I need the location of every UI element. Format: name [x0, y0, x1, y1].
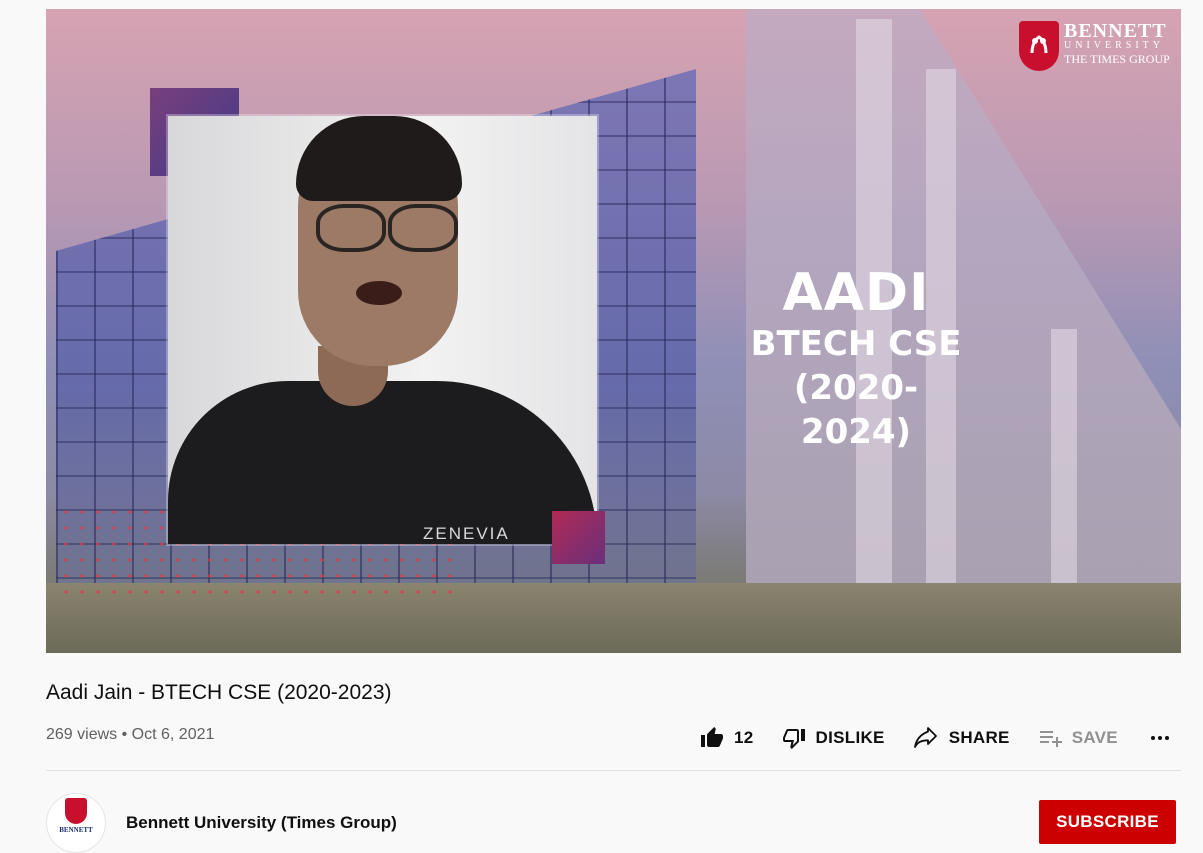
subscribe-button[interactable]: SUBSCRIBE: [1039, 800, 1176, 844]
upload-date: Oct 6, 2021: [131, 726, 215, 743]
more-horizontal-icon: [1148, 726, 1172, 750]
dislike-label: DISLIKE: [815, 728, 885, 747]
shield-icon: [65, 798, 87, 824]
speaker-video-frame: ZENEVIA: [168, 116, 597, 544]
action-bar: 12 DISLIKE SHARE SAVE: [700, 724, 1172, 752]
video-player[interactable]: ZENEVIA AADI BTECH CSE (2020-2024) BENNE…: [46, 9, 1181, 653]
dislike-button[interactable]: DISLIKE: [782, 726, 885, 750]
university-logo: BENNETT UNIVERSITY THE TIMES GROUP: [1019, 21, 1170, 71]
share-icon: [913, 726, 939, 750]
more-options-button[interactable]: [1148, 726, 1172, 750]
view-count: 269 views: [46, 726, 118, 743]
building-pillar: [1051, 329, 1077, 609]
channel-avatar[interactable]: BENNETT: [46, 793, 106, 853]
overlay-program: BTECH CSE: [750, 324, 962, 364]
share-button[interactable]: SHARE: [913, 726, 1010, 750]
share-label: SHARE: [948, 728, 1010, 747]
video-title: Aadi Jain - BTECH CSE (2020-2023): [46, 681, 392, 704]
overlay-name: AADI: [782, 263, 930, 323]
logo-line2: UNIVERSITY: [1064, 40, 1164, 51]
speaker-mouth: [356, 281, 402, 305]
meta-separator: •: [121, 726, 128, 743]
glasses-icon: [308, 204, 458, 252]
divider: [46, 770, 1181, 771]
like-button[interactable]: 12: [700, 726, 754, 750]
decorative-square: [552, 511, 605, 564]
shield-icon: [1019, 21, 1059, 71]
logo-line3: THE TIMES GROUP: [1064, 52, 1170, 66]
video-meta: 269 views • Oct 6, 2021: [46, 726, 214, 744]
thumbs-down-icon: [782, 726, 806, 750]
channel-name[interactable]: Bennett University (Times Group): [126, 813, 397, 833]
like-count: 12: [734, 728, 754, 747]
thumbs-up-icon: [700, 726, 724, 750]
playlist-add-icon: [1038, 726, 1064, 750]
save-label: SAVE: [1071, 728, 1118, 747]
shirt-logo-text: ZENEVIA: [423, 524, 510, 543]
overlay-caption: AADI BTECH CSE (2020-2024): [746, 264, 966, 454]
avatar-text: BENNETT: [59, 826, 93, 834]
overlay-years: (2020-2024): [793, 368, 919, 452]
logo-line1: BENNETT: [1064, 20, 1167, 42]
save-button[interactable]: SAVE: [1038, 726, 1118, 750]
